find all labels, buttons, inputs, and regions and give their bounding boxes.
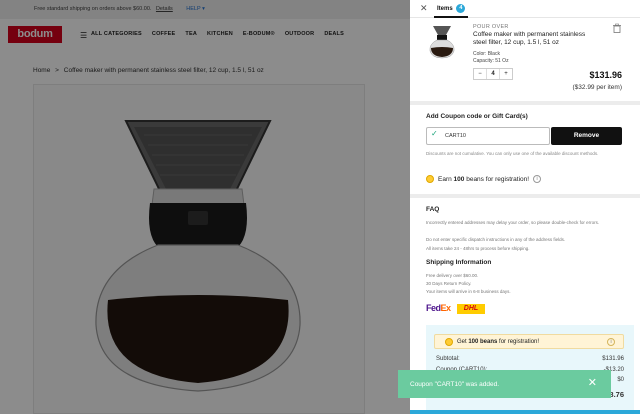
beans-suffix: beans for registration! xyxy=(464,175,530,183)
subtotal-row: Subtotal: $131.96 xyxy=(436,356,624,362)
tab-items[interactable]: Items 4 xyxy=(437,4,466,13)
close-icon[interactable]: ✕ xyxy=(420,3,428,14)
beans-prefix: Earn xyxy=(438,175,454,183)
faq-line-3: All items take 24 - 48hrs to process bef… xyxy=(426,246,530,251)
items-count-badge: 4 xyxy=(456,4,466,13)
shipping-info-list: Free delivery over $60.00. 30 Days Retur… xyxy=(426,272,511,296)
dhl-logo: DHL xyxy=(457,304,485,314)
shipping-value: $0 xyxy=(617,377,624,383)
beans-promo: Earn 100 beans for registration! i xyxy=(426,175,542,183)
beans-registration-banner: Get 100 beans for registration! i xyxy=(434,334,624,349)
coupon-note: Discounts are not cumulative. You can on… xyxy=(426,151,599,156)
shipping-line: Your items will arrive in 6-8 business d… xyxy=(426,289,511,294)
shipping-info-title: Shipping Information xyxy=(426,259,492,266)
section-divider xyxy=(410,194,640,198)
item-title[interactable]: Coffee maker with permanent stainless st… xyxy=(473,31,593,47)
subtotal-value: $131.96 xyxy=(602,356,624,362)
section-divider xyxy=(410,101,640,105)
checkout-button[interactable] xyxy=(410,410,640,414)
item-color: Color: Black xyxy=(473,51,500,57)
summary-beans-prefix: Get xyxy=(457,338,469,345)
faq-line-1: Incorrectly entered addresses may delay … xyxy=(426,220,600,225)
cart-drawer: ✕ Items 4 POUR OVER Coffee maker with pe… xyxy=(410,0,640,414)
fedex-logo: FedEx xyxy=(426,303,451,313)
tab-items-label: Items xyxy=(437,6,453,13)
page-dim-overlay[interactable] xyxy=(0,0,410,414)
shipping-line: 30 Days Return Policy. xyxy=(426,281,472,286)
item-category: POUR OVER xyxy=(473,24,509,30)
qty-decrease-button[interactable]: − xyxy=(474,69,486,79)
cart-header: ✕ Items 4 xyxy=(410,0,640,18)
item-thumbnail[interactable] xyxy=(428,24,456,60)
coin-icon xyxy=(445,337,453,346)
coupon-title: Add Coupon code or Gift Card(s) xyxy=(426,113,528,120)
qty-value[interactable]: 4 xyxy=(486,69,500,79)
close-icon[interactable]: ✕ xyxy=(588,376,597,389)
coupon-input[interactable]: CART10 xyxy=(426,127,550,145)
shipping-line: Free delivery over $60.00. xyxy=(426,273,479,278)
trash-icon[interactable] xyxy=(612,23,622,33)
tab-active-indicator xyxy=(434,16,468,18)
qty-increase-button[interactable]: + xyxy=(500,69,512,79)
subtotal-label: Subtotal: xyxy=(436,356,460,362)
info-icon[interactable]: i xyxy=(533,175,542,183)
coin-icon xyxy=(426,175,434,183)
faq-line-2: Do not enter specific dispatch instructi… xyxy=(426,237,566,242)
check-icon: ✓ xyxy=(431,129,438,138)
summary-beans-suffix: for registration! xyxy=(497,338,540,345)
remove-coupon-button[interactable]: Remove xyxy=(551,127,622,145)
quantity-stepper: − 4 + xyxy=(473,68,513,80)
coupon-added-toast: Coupon "CART10" was added. ✕ xyxy=(398,370,611,398)
item-capacity: Capacity: 51 Oz xyxy=(473,58,509,64)
item-price: $131.96 xyxy=(589,70,622,80)
toast-message: Coupon "CART10" was added. xyxy=(410,380,500,388)
faq-title: FAQ xyxy=(426,206,440,213)
info-icon[interactable]: i xyxy=(607,337,615,346)
summary-beans-amount: 100 beans xyxy=(468,338,498,345)
item-unit-price: ($32.99 per item) xyxy=(572,84,623,91)
beans-amount: 100 xyxy=(453,175,465,183)
